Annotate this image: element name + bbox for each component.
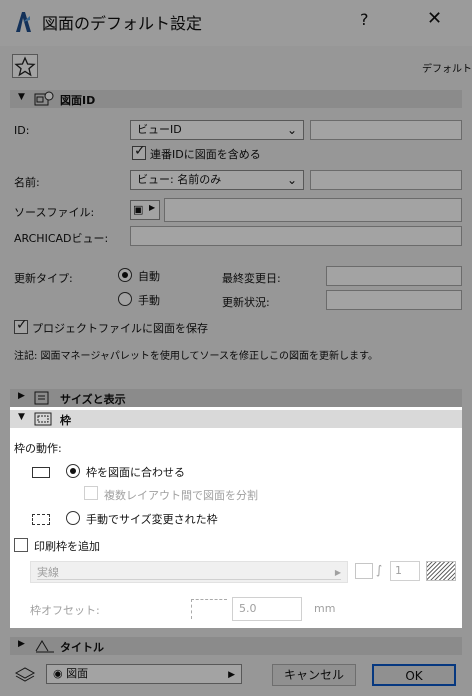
frame-icon [34, 412, 52, 426]
section-header-size[interactable]: ▶ サイズと表示 [10, 389, 462, 407]
eye-icon: ◉ [53, 667, 67, 680]
arrow-right-icon: ▶ [228, 670, 235, 680]
manual-frame-icon [32, 514, 50, 525]
id-dropdown[interactable]: ビューID ⌄ [130, 120, 304, 140]
chevron-right-icon: ▶ [18, 391, 25, 401]
favorites-button[interactable] [12, 54, 38, 78]
update-type-label: 更新タイプ: [14, 272, 73, 285]
pen-color-swatch[interactable] [426, 561, 456, 581]
print-frame-label: 印刷枠を追加 [34, 540, 100, 553]
title-bar: 図面のデフォルト設定 ? ✕ [0, 0, 472, 46]
archicad-logo-icon [16, 12, 31, 32]
update-status-label: 更新状況: [222, 296, 270, 309]
update-status-field [326, 290, 462, 310]
note-text: 注記: 図面マネージャパレットを使用してソースを修正しこの図面を更新します。 [14, 351, 379, 362]
section-title: 図面ID [60, 94, 96, 107]
pen-number-field[interactable]: 1 [390, 561, 420, 581]
offset-icon [191, 599, 227, 619]
fit-frame-radio[interactable] [66, 464, 80, 478]
frame-offset-field[interactable]: 5.0 [232, 597, 302, 621]
last-changed-field [326, 266, 462, 286]
frame-section: ▼ 枠 枠の動作: 枠を図面に合わせる 複数レイアウト間で図面を分割 手動でサイ… [10, 407, 462, 628]
manual-frame-radio[interactable] [66, 511, 80, 525]
frame-offset-value: 5.0 [239, 602, 257, 615]
update-manual-label: 手動 [138, 294, 160, 307]
include-serial-label: 連番IDに図面を含める [150, 148, 261, 161]
name-dropdown[interactable]: ビュー: 名前のみ ⌄ [130, 170, 304, 190]
frame-offset-label: 枠オフセット: [30, 604, 100, 617]
section-title: タイトル [60, 641, 104, 654]
print-frame-checkbox[interactable] [14, 538, 28, 552]
line-type-dropdown[interactable]: 実線 ▶ [30, 561, 348, 583]
section-header-drawing-id[interactable]: ▼ 図面ID [10, 90, 462, 108]
section-title: サイズと表示 [60, 393, 126, 406]
archicad-view-label: ARCHICADビュー: [14, 232, 109, 245]
chevron-right-icon: ▶ [18, 639, 25, 649]
update-auto-label: 自動 [138, 270, 160, 283]
source-file-label: ソースファイル: [14, 206, 95, 219]
arrow-right-icon: ▶ [334, 568, 341, 577]
save-drawing-checkbox[interactable] [14, 317, 28, 334]
line-scale-icon [355, 563, 373, 579]
size-display-icon [34, 391, 49, 405]
update-manual-radio[interactable] [118, 292, 132, 306]
pen-icon: ∫ [376, 563, 383, 577]
archicad-view-field [130, 226, 462, 246]
id-value: ビューID [137, 123, 182, 136]
update-auto-radio[interactable] [118, 268, 132, 282]
fit-frame-icon [32, 467, 50, 478]
cancel-button[interactable]: キャンセル [272, 664, 356, 686]
line-preview [37, 579, 341, 580]
frame-behavior-label: 枠の動作: [14, 442, 62, 455]
pen-number-value: 1 [395, 564, 402, 577]
split-layout-checkbox[interactable] [84, 486, 98, 500]
line-type-value: 実線 [37, 566, 59, 579]
window-title: 図面のデフォルト設定 [42, 14, 203, 33]
manual-frame-label: 手動でサイズ変更された枠 [86, 513, 218, 526]
name-text-field[interactable] [310, 170, 462, 190]
layer-icon [14, 667, 36, 682]
arrow-right-icon: ▶ [149, 203, 156, 212]
ok-button[interactable]: OK [372, 664, 456, 686]
chevron-down-icon: ⌄ [286, 173, 297, 187]
chevron-down-icon: ▼ [18, 412, 25, 422]
title-icon [35, 640, 54, 653]
star-icon [14, 56, 36, 77]
name-value: ビュー: 名前のみ [137, 173, 222, 186]
last-changed-label: 最終変更日: [222, 272, 281, 285]
id-label: ID: [14, 124, 30, 137]
folder-icon: ▣ [133, 203, 144, 216]
layer-dropdown[interactable]: ◉ 図面 ▶ [46, 664, 242, 684]
save-drawing-label: プロジェクトファイルに図面を保存 [32, 322, 208, 335]
source-file-field[interactable] [164, 198, 462, 222]
name-label: 名前: [14, 176, 40, 189]
id-text-field[interactable] [310, 120, 462, 140]
fit-frame-label: 枠を図面に合わせる [86, 466, 185, 479]
close-button[interactable]: ✕ [427, 8, 442, 29]
drawing-id-icon [34, 91, 54, 106]
split-layout-label: 複数レイアウト間で図面を分割 [104, 489, 258, 502]
frame-offset-unit: mm [314, 602, 336, 615]
chevron-down-icon: ⌄ [286, 123, 297, 137]
help-button[interactable]: ? [360, 10, 369, 29]
chevron-down-icon: ▼ [18, 92, 25, 102]
section-header-frame[interactable]: ▼ 枠 [10, 410, 462, 428]
source-file-button[interactable]: ▣ ▶ [130, 200, 160, 220]
section-header-title[interactable]: ▶ タイトル [10, 637, 462, 655]
layer-value: 図面 [66, 667, 89, 680]
include-serial-checkbox[interactable] [132, 143, 146, 160]
default-label: デフォルト [422, 64, 472, 75]
section-title: 枠 [60, 414, 71, 427]
